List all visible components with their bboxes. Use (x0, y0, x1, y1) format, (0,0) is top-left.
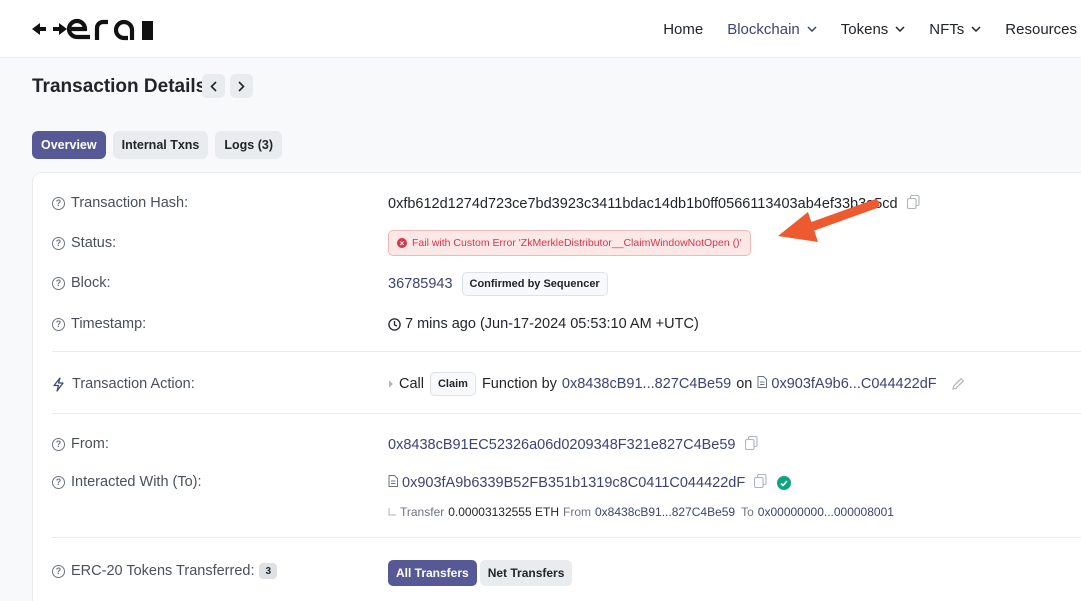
status-label: Status: (71, 235, 117, 251)
nav-tokens[interactable]: Tokens (841, 21, 906, 38)
question-icon: ? (52, 317, 65, 331)
copy-icon[interactable] (906, 194, 920, 213)
chevron-right-icon (238, 80, 245, 92)
timestamp-value-row: 7 mins ago (Jun-17-2024 05:53:10 AM +UTC… (388, 316, 699, 332)
nav-home-label: Home (663, 20, 704, 38)
action-call: Call (399, 376, 424, 392)
nav-resources[interactable]: Resources (1005, 21, 1077, 38)
nav-tokens-label: Tokens (840, 20, 889, 38)
question-icon: ? (52, 196, 65, 210)
all-transfers-button[interactable]: All Transfers (388, 560, 477, 586)
tab-overview[interactable]: Overview (32, 131, 106, 159)
method-badge: Claim (429, 372, 476, 396)
chevron-down-icon (895, 26, 905, 32)
question-icon: ? (52, 236, 65, 250)
chevron-down-icon (971, 26, 981, 32)
clock-icon (388, 317, 401, 331)
nav-blockchain-label: Blockchain (727, 20, 800, 38)
erc20-label-row: ? ERC-20 Tokens Transferred: 3 (52, 563, 278, 579)
caret-right-icon[interactable] (388, 380, 394, 388)
nav-resources-label: Resources (1005, 20, 1077, 38)
net-transfers-button[interactable]: Net Transfers (479, 560, 573, 586)
error-icon: × (397, 238, 407, 248)
transfer-to-link[interactable]: 0x00000000...000008001 (758, 505, 894, 519)
copy-icon[interactable] (744, 435, 758, 454)
status-badge: × Fail with Custom Error 'ZkMerkleDistri… (388, 230, 751, 256)
transfer-from-label: From (563, 505, 591, 519)
transfer-from-link[interactable]: 0x8438cB91...827C4Be59 (595, 505, 735, 519)
corner-arrow-icon (388, 508, 396, 516)
verified-check-icon (777, 476, 792, 490)
arrow-annotation-icon (778, 199, 880, 242)
question-icon: ? (52, 475, 65, 489)
question-icon: ? (52, 564, 65, 578)
action-value-row: Call Claim Function by 0x8438cB91...827C… (388, 372, 965, 396)
transfer-row: Transfer 0.00003132555 ETH From 0x8438cB… (388, 505, 894, 519)
file-icon (757, 376, 768, 392)
tab-bar: Overview Internal Txns Logs (3) (32, 131, 289, 159)
chevron-left-icon (210, 80, 217, 92)
status-prefix: Fail with Custom Error (412, 237, 516, 249)
from-label-row: ? From: (52, 436, 109, 452)
prev-button[interactable] (202, 74, 225, 98)
action-from-link[interactable]: 0x8438cB91...827C4Be59 (562, 376, 731, 392)
divider (52, 537, 1081, 538)
to-address-link[interactable]: 0x903fA9b6339B52FB351b1319c8C0411C044422… (402, 475, 745, 491)
action-label: Transaction Action: (72, 376, 195, 392)
block-label-row: ? Block: (52, 275, 111, 291)
divider (52, 351, 1081, 352)
hash-label: Transaction Hash: (71, 195, 189, 211)
lightning-icon (53, 376, 64, 392)
erc20-count-badge: 3 (259, 563, 278, 579)
confirmation-badge: Confirmed by Sequencer (461, 272, 608, 296)
status-error: 'ZkMerkleDistributor__ClaimWindowNotOpen… (518, 237, 742, 249)
block-value-row: 36785943 Confirmed by Sequencer (388, 272, 608, 296)
block-label: Block: (71, 275, 111, 291)
erc20-label: ERC-20 Tokens Transferred: (71, 563, 255, 579)
nav-nfts-label: NFTs (929, 20, 965, 38)
main-nav: Home Blockchain Tokens NFTs Resources (639, 0, 1081, 58)
timestamp-label: Timestamp: (71, 316, 147, 332)
action-contract-link[interactable]: 0x903fA9b6...C044422dF (771, 376, 936, 392)
status-label-row: ? Status: (52, 235, 116, 251)
transfer-amount: 0.00003132555 ETH (448, 505, 559, 519)
action-label-row: Transaction Action: (52, 376, 195, 392)
to-value-row: 0x903fA9b6339B52FB351b1319c8C0411C044422… (388, 473, 792, 492)
from-address-link[interactable]: 0x8438cB91EC52326a06d0209348F321e827C4Be… (388, 437, 736, 453)
block-link[interactable]: 36785943 (388, 276, 453, 292)
top-navbar: Home Blockchain Tokens NFTs Resources (0, 0, 1081, 58)
timestamp-value: 7 mins ago (Jun-17-2024 05:53:10 AM +UTC… (405, 316, 699, 332)
action-on: on (736, 376, 753, 392)
hash-label-row: ? Transaction Hash: (52, 195, 188, 211)
status-value-row: × Fail with Custom Error 'ZkMerkleDistri… (388, 230, 751, 256)
from-label: From: (71, 436, 109, 452)
nav-blockchain[interactable]: Blockchain (727, 21, 817, 38)
divider (52, 413, 1081, 414)
transfer-to-label: To (741, 505, 754, 519)
transfer-label: Transfer (400, 505, 445, 519)
copy-icon[interactable] (754, 473, 767, 492)
to-label-row: ? Interacted With (To): (52, 474, 202, 490)
to-label: Interacted With (To): (71, 474, 202, 490)
next-button[interactable] (230, 74, 253, 98)
from-value-row: 0x8438cB91EC52326a06d0209348F321e827C4Be… (388, 435, 758, 454)
question-icon: ? (52, 437, 65, 451)
page-title: Transaction Details (32, 76, 207, 97)
nav-nfts[interactable]: NFTs (929, 21, 981, 38)
chevron-down-icon (807, 26, 817, 32)
action-function-by: Function by (481, 376, 557, 392)
erc20-buttons-row: All Transfers Net Transfers (388, 560, 575, 586)
nav-home[interactable]: Home (663, 21, 703, 38)
tab-logs[interactable]: Logs (3) (215, 131, 282, 159)
tab-internal-txns[interactable]: Internal Txns (112, 131, 209, 159)
question-icon: ? (52, 276, 65, 290)
era-logo[interactable] (32, 18, 154, 42)
timestamp-label-row: ? Timestamp: (52, 316, 146, 332)
pencil-icon[interactable] (951, 377, 965, 391)
file-icon (388, 475, 398, 491)
